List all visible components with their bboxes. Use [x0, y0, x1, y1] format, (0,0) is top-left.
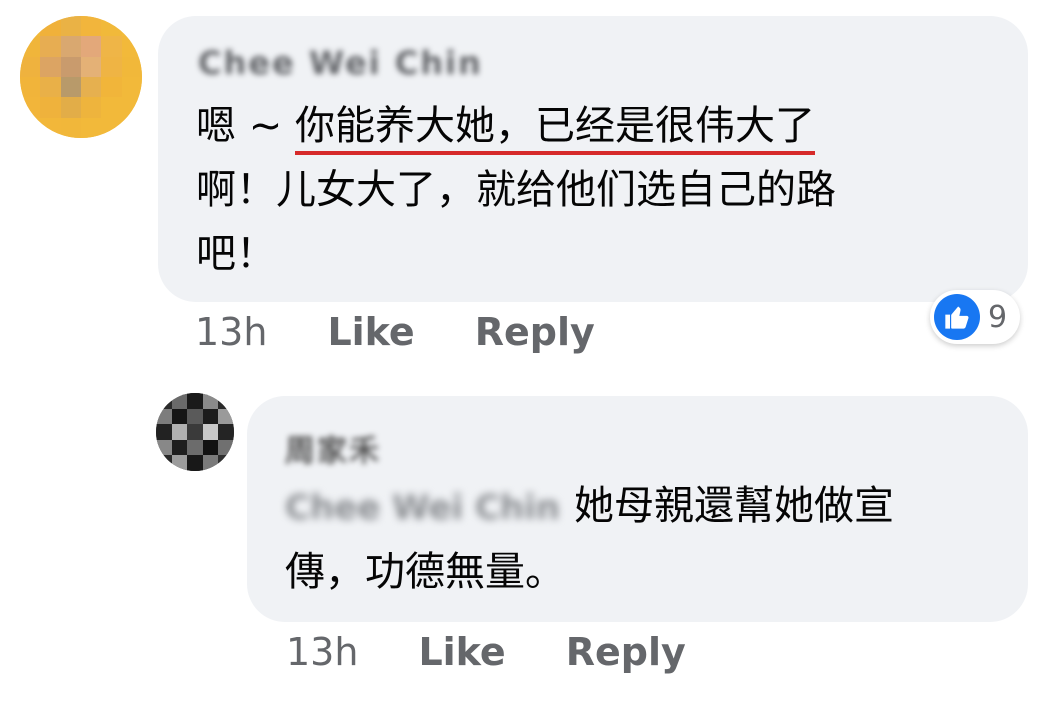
- comment-thread: Chee Wei Chin 嗯 ~ 你能养大她，已经是很伟大了 啊！儿女大了，就…: [0, 0, 1055, 723]
- comment-actions: 13h Like Reply: [195, 310, 595, 354]
- reply-text-line: 傳，功德無量。: [285, 549, 565, 595]
- like-button[interactable]: Like: [418, 630, 505, 674]
- reaction-count: 9: [988, 299, 1008, 335]
- comment-author[interactable]: Chee Wei Chin: [198, 44, 483, 82]
- reply-button[interactable]: Reply: [475, 310, 595, 354]
- reply-bubble: 周家禾 Chee Wei Chin 她母親還幫她做宣 傳，功德無量。: [247, 396, 1028, 622]
- reply-text-line: Chee Wei Chin 她母親還幫她做宣: [285, 474, 894, 540]
- comment-text-line: 嗯 ~ 你能养大她，已经是很伟大了: [196, 94, 836, 158]
- comment-text-underlined: 你能养大她，已经是很伟大了: [294, 103, 815, 155]
- mention-tag[interactable]: Chee Wei Chin: [285, 476, 560, 540]
- comment-text: 嗯 ~ 你能养大她，已经是很伟大了 啊！儿女大了，就给他们选自己的路 吧！: [196, 94, 836, 286]
- thumbs-up-icon: [934, 294, 980, 340]
- comment-text-line: 啊！儿女大了，就给他们选自己的路: [196, 167, 836, 213]
- comment-bubble: Chee Wei Chin 嗯 ~ 你能养大她，已经是很伟大了 啊！儿女大了，就…: [158, 16, 1028, 302]
- reaction-badge[interactable]: 9: [930, 290, 1020, 344]
- reply-button[interactable]: Reply: [566, 630, 686, 674]
- avatar[interactable]: [156, 393, 234, 471]
- comment-timestamp[interactable]: 13h: [195, 310, 267, 354]
- reply-text-content: 她母親還幫她做宣: [573, 483, 894, 529]
- like-button[interactable]: Like: [327, 310, 414, 354]
- reply-author[interactable]: 周家禾: [285, 426, 381, 470]
- reply-actions: 13h Like Reply: [286, 630, 686, 674]
- avatar[interactable]: [20, 16, 142, 138]
- comment-text-line: 吧！: [196, 231, 276, 277]
- reply-timestamp[interactable]: 13h: [286, 630, 358, 674]
- comment-text-prefix: 嗯 ~: [196, 103, 295, 149]
- reply-text: Chee Wei Chin 她母親還幫她做宣 傳，功德無量。: [285, 474, 894, 604]
